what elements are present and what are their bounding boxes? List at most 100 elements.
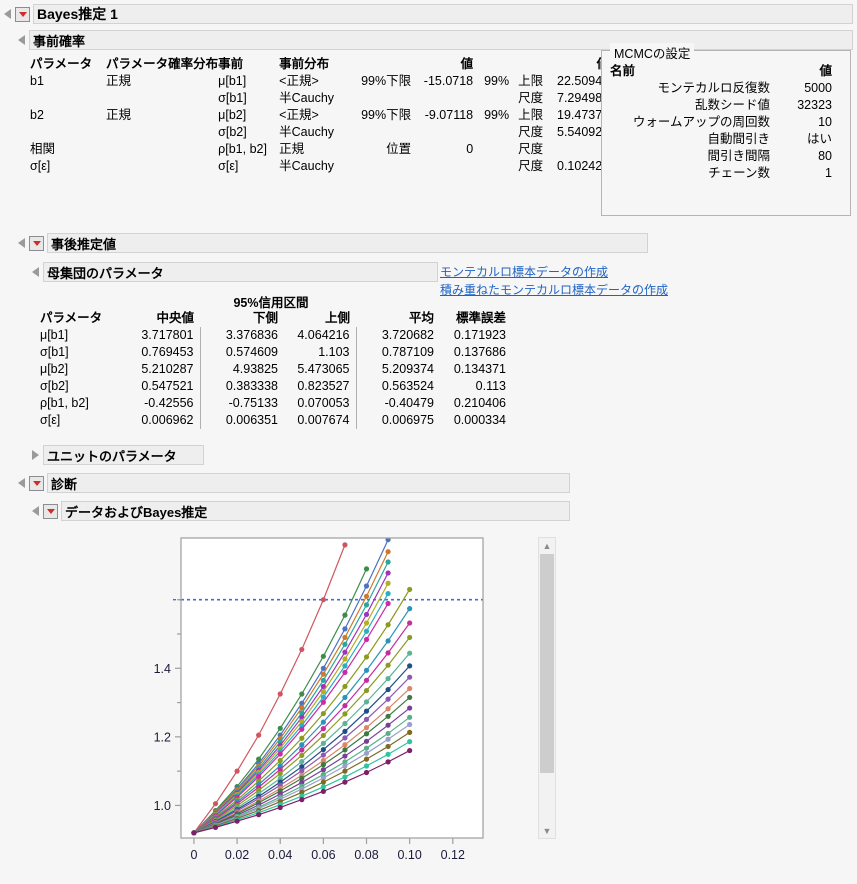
- red-triangle-menu-icon[interactable]: [29, 236, 44, 251]
- table-row: 自動間引き はい: [610, 131, 832, 148]
- outline-unit-params[interactable]: ユニットのパラメータ: [32, 445, 204, 465]
- outline-bayes-estimate[interactable]: Bayes推定 1: [4, 4, 853, 24]
- red-triangle-menu-icon[interactable]: [15, 7, 30, 22]
- cell-value2: 19.47377: [543, 107, 609, 124]
- cell-label1: 99%下限: [345, 73, 411, 90]
- cell-label1: 位置: [345, 141, 411, 158]
- svg-text:0.10: 0.10: [397, 848, 421, 862]
- cell-upper: 0.823527: [278, 378, 356, 395]
- red-triangle-menu-icon[interactable]: [43, 504, 58, 519]
- cell-upper: 5.473065: [278, 361, 356, 378]
- cell-prior: ρ[b1, b2]: [218, 141, 279, 158]
- outline-prior[interactable]: 事前確率: [18, 30, 853, 50]
- cell-mean: 3.720682: [356, 327, 434, 344]
- svg-text:0.04: 0.04: [268, 848, 292, 862]
- cell-value1: [411, 124, 473, 141]
- cell-mean: 0.006975: [356, 412, 434, 429]
- cell-median: 0.547521: [122, 378, 200, 395]
- cell-lower: 3.376836: [200, 327, 278, 344]
- table-row: σ[ε] 0.006962 0.006351 0.007674 0.006975…: [40, 412, 506, 429]
- outline-diagnostics[interactable]: 診断: [18, 473, 570, 493]
- col-label1: [345, 56, 411, 73]
- table-row: b2 正規 μ[b2] <正規> 99%下限 -9.07118 99% 上限 1…: [30, 107, 609, 124]
- col-mcmc-value: 値: [770, 63, 832, 80]
- cell-label2a: [473, 141, 509, 158]
- cell-prior-dist: <正規>: [279, 107, 345, 124]
- svg-text:0.12: 0.12: [441, 848, 465, 862]
- red-triangle-menu-icon[interactable]: [29, 476, 44, 491]
- cell-label1: [345, 158, 411, 175]
- cell-label2b: 尺度: [509, 158, 543, 175]
- mcmc-settings-title: MCMCの設定: [610, 43, 694, 62]
- posterior-table: パラメータ 中央値 下側 上側 平均 標準誤差 μ[b1] 3.717801 3…: [40, 310, 506, 429]
- cell-label2b: 尺度: [509, 124, 543, 141]
- population-params-label: 母集団のパラメータ: [47, 263, 164, 282]
- data-and-bayes-label: データおよびBayes推定: [65, 502, 207, 521]
- outline-population-params[interactable]: 母集団のパラメータ: [32, 262, 438, 282]
- cell-lower: 0.574609: [200, 344, 278, 361]
- disclosure-triangle-open[interactable]: [18, 35, 25, 45]
- scroll-down-arrow-icon[interactable]: ▼: [539, 823, 555, 838]
- cell-value2: 0.102426: [543, 158, 609, 175]
- table-header-row: パラメータ 中央値 下側 上側 平均 標準誤差: [40, 310, 506, 327]
- cell-prior-dist: 半Cauchy: [279, 124, 345, 141]
- cell-value2: 5.540924: [543, 124, 609, 141]
- disclosure-triangle-open[interactable]: [32, 506, 39, 516]
- cell-prior-dist: <正規>: [279, 73, 345, 90]
- cell-param: μ[b2]: [40, 361, 122, 378]
- link-create-monte-carlo-sample-data[interactable]: モンテカルロ標本データの作成: [440, 263, 608, 280]
- outline-data-and-bayes[interactable]: データおよびBayes推定: [32, 501, 570, 521]
- cell-prior: μ[b2]: [218, 107, 279, 124]
- disclosure-triangle-open[interactable]: [18, 238, 25, 248]
- scrollbar-thumb[interactable]: [540, 554, 554, 773]
- cell-label2b: 上限: [509, 73, 543, 90]
- cell-se: 0.134371: [434, 361, 506, 378]
- cell-value1: [411, 90, 473, 107]
- svg-text:1.4: 1.4: [154, 662, 171, 676]
- scroll-up-arrow-icon[interactable]: ▲: [539, 538, 555, 553]
- prior-table: パラメータ パラメータ確率分布 事前 事前分布 値 値 b1 正規 μ[b1] …: [30, 56, 609, 175]
- disclosure-triangle-open[interactable]: [4, 9, 11, 19]
- outline-posterior[interactable]: 事後推定値: [18, 233, 648, 253]
- cell-prior-dist: 半Cauchy: [279, 158, 345, 175]
- cell-value1: -9.07118: [411, 107, 473, 124]
- cell-label2a: 99%: [473, 73, 509, 90]
- cell-label2a: [473, 158, 509, 175]
- svg-text:0.06: 0.06: [311, 848, 335, 862]
- cell-param: 相関: [30, 141, 106, 158]
- cell-upper: 4.064216: [278, 327, 356, 344]
- col-se: 標準誤差: [434, 310, 506, 327]
- cell-param: μ[b1]: [40, 327, 122, 344]
- disclosure-triangle-open[interactable]: [18, 478, 25, 488]
- table-row: σ[b2] 半Cauchy 尺度 5.540924: [30, 124, 609, 141]
- cell-param-dist: [106, 158, 218, 175]
- cell-label1: 99%下限: [345, 107, 411, 124]
- cell-median: 0.769453: [122, 344, 200, 361]
- svg-text:0.02: 0.02: [225, 848, 249, 862]
- cell-upper: 1.103: [278, 344, 356, 361]
- cell-mcmc-name: モンテカルロ反復数: [610, 80, 770, 97]
- svg-text:1.0: 1.0: [154, 799, 171, 813]
- cell-se: 0.137686: [434, 344, 506, 361]
- diagnostics-label: 診断: [51, 474, 77, 493]
- table-row: モンテカルロ反復数 5000: [610, 80, 832, 97]
- cell-label2b: 上限: [509, 107, 543, 124]
- col-value2: 値: [543, 56, 609, 73]
- cell-param: b1: [30, 73, 106, 90]
- cell-param-dist: 正規: [106, 73, 218, 90]
- cell-value1: -15.0718: [411, 73, 473, 90]
- cell-label1: [345, 90, 411, 107]
- table-row: 相関 ρ[b1, b2] 正規 位置 0 尺度 4: [30, 141, 609, 158]
- cell-label2a: [473, 124, 509, 141]
- cell-se: 0.210406: [434, 395, 506, 412]
- disclosure-triangle-closed[interactable]: [32, 450, 39, 460]
- plot-vertical-scrollbar[interactable]: ▲ ▼: [538, 537, 556, 839]
- col-value1: 値: [411, 56, 473, 73]
- col-label2a: [473, 56, 509, 73]
- disclosure-triangle-open[interactable]: [32, 267, 39, 277]
- cell-upper: 0.007674: [278, 412, 356, 429]
- link-create-stacked-monte-carlo-sample-data[interactable]: 積み重ねたモンテカルロ標本データの作成: [440, 281, 668, 298]
- unit-params-label: ユニットのパラメータ: [47, 446, 177, 465]
- cell-param-dist: 正規: [106, 107, 218, 124]
- cell-value2: 7.294985: [543, 90, 609, 107]
